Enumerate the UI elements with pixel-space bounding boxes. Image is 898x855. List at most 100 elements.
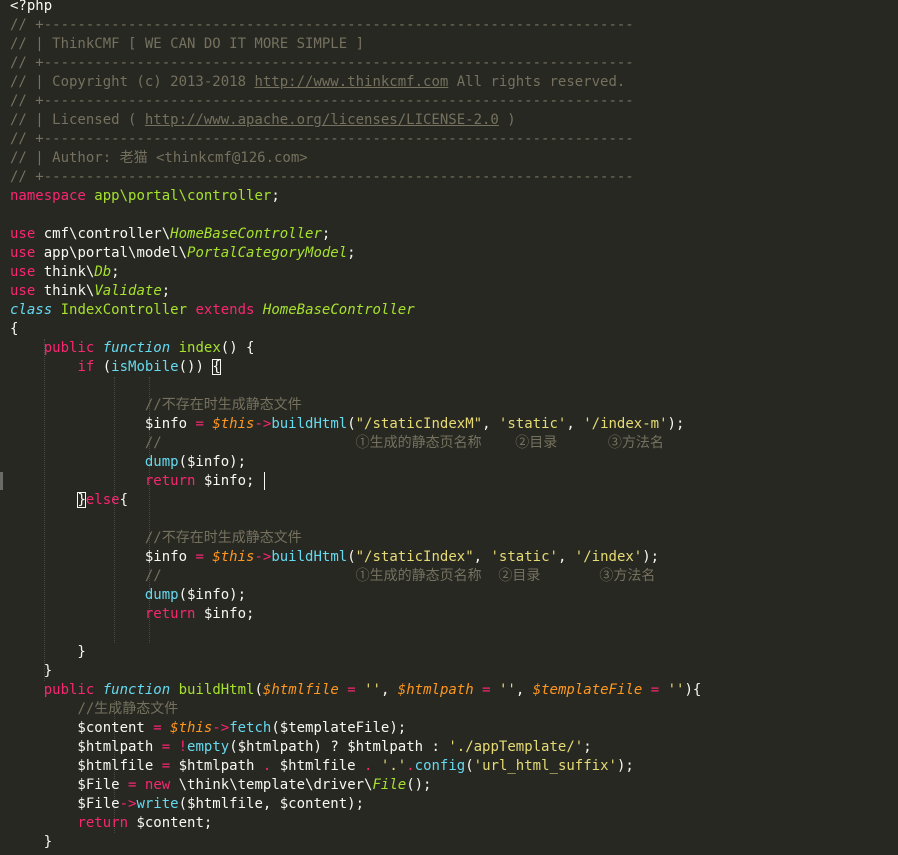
code-line[interactable]: $info = $this->buildHtml("/staticIndex",…	[10, 548, 659, 567]
code-token: return	[144, 606, 196, 622]
code-token: $htmlpath	[10, 739, 162, 755]
code-token: // +------------------------------------…	[10, 93, 634, 109]
code-line[interactable]: }	[10, 643, 86, 662]
code-line[interactable]: use cmf\controller\HomeBaseController;	[10, 225, 330, 244]
code-line[interactable]: public function buildHtml($htmlfile = ''…	[10, 681, 702, 700]
code-token: $info	[10, 549, 196, 565]
code-line[interactable]: return $info;	[10, 605, 255, 624]
code-line[interactable]: dump($info);	[10, 453, 246, 472]
code-token: // ①生成的静态页名称 ②目录 ③方法名	[144, 435, 664, 451]
code-line[interactable]: return $info;	[10, 472, 255, 491]
code-line[interactable]: {	[10, 320, 18, 339]
code-token: extends	[195, 302, 255, 318]
code-token: }	[77, 492, 86, 508]
code-line[interactable]: public function index() {	[10, 339, 255, 358]
code-line[interactable]: //不存在时生成静态文件	[10, 396, 302, 415]
code-token: ,	[566, 416, 584, 432]
code-line[interactable]: class IndexController extends HomeBaseCo…	[10, 301, 415, 320]
code-line[interactable]: use app\portal\model\PortalCategoryModel…	[10, 244, 356, 263]
code-token: }	[10, 644, 86, 660]
code-token: fetch	[229, 720, 272, 736]
code-line[interactable]: // ①生成的静态页名称 ②目录 ③方法名	[10, 567, 656, 586]
code-line[interactable]: // ①生成的静态页名称 ②目录 ③方法名	[10, 434, 664, 453]
code-token: $this	[170, 720, 213, 736]
code-token: }	[10, 663, 53, 679]
code-token: app\portal\controller	[94, 188, 272, 204]
code-token: {	[119, 492, 129, 508]
code-token: {	[212, 359, 221, 375]
code-line[interactable]: //不存在时生成静态文件	[10, 529, 302, 548]
code-token: // | Copyright (c) 2013-2018	[10, 74, 255, 90]
code-token: //不存在时生成静态文件	[144, 530, 302, 546]
code-line[interactable]: use think\Db;	[10, 263, 120, 282]
code-editor[interactable]: <?php // +-------------------------------…	[0, 0, 898, 855]
code-token: );	[667, 416, 685, 432]
code-token: $this	[212, 416, 255, 432]
code-line[interactable]: // | Author: 老猫 <thinkcmf@126.com>	[10, 149, 308, 168]
code-token: ,	[482, 416, 499, 432]
code-line[interactable]: return $content;	[10, 814, 212, 833]
code-token: =	[161, 758, 171, 774]
code-token: {	[10, 321, 19, 337]
code-token: (	[347, 549, 356, 565]
code-token: ,	[380, 682, 398, 698]
code-token: index	[178, 340, 221, 356]
code-line[interactable]: $htmlfile = $htmlpath . $htmlfile . '.'.…	[10, 757, 633, 776]
code-line[interactable]: // +------------------------------------…	[10, 54, 634, 73]
code-token: }	[10, 834, 53, 850]
code-token: http://www.thinkcmf.com	[254, 74, 449, 90]
code-token: $htmlpath	[397, 682, 474, 698]
code-line[interactable]: <?php	[10, 0, 52, 16]
code-token: File	[372, 777, 407, 793]
code-token: =	[482, 682, 491, 698]
code-token: )	[498, 112, 516, 128]
code-token: IndexController	[60, 302, 188, 318]
code-line[interactable]: if (isMobile()) {	[10, 358, 221, 377]
code-line[interactable]: namespace app\portal\controller;	[10, 187, 280, 206]
code-line[interactable]: // +------------------------------------…	[10, 92, 634, 111]
code-line[interactable]: //生成静态文件	[10, 700, 178, 719]
code-line[interactable]: $content = $this->fetch($templateFile);	[10, 719, 406, 738]
code-token: // ①生成的静态页名称 ②目录 ③方法名	[144, 568, 656, 584]
code-token: ,	[557, 549, 575, 565]
code-line[interactable]: // | ThinkCMF [ WE CAN DO IT MORE SIMPLE…	[10, 35, 364, 54]
code-line[interactable]: // | Copyright (c) 2013-2018 http://www.…	[10, 73, 625, 92]
code-token: // +------------------------------------…	[10, 17, 634, 33]
code-line[interactable]: // | Licensed ( http://www.apache.org/li…	[10, 111, 516, 130]
code-token: $File	[10, 796, 120, 812]
code-token: ())	[178, 359, 213, 375]
code-token: =	[161, 739, 171, 755]
code-line[interactable]: }	[10, 833, 52, 852]
code-token: "/staticIndexM"	[355, 416, 483, 432]
code-line[interactable]: $htmlpath = !empty($htmlpath) ? $htmlpat…	[10, 738, 591, 757]
code-line[interactable]: dump($info);	[10, 586, 246, 605]
code-line[interactable]: }	[10, 662, 52, 681]
code-line[interactable]: use think\Validate;	[10, 282, 170, 301]
code-token: =	[153, 720, 162, 736]
code-token: ($info);	[178, 454, 247, 470]
code-token: buildHtml	[178, 682, 255, 698]
code-token: (	[465, 758, 474, 774]
code-line[interactable]: // +------------------------------------…	[10, 16, 634, 35]
code-token: ($templateFile);	[271, 720, 407, 736]
code-token: //不存在时生成静态文件	[144, 397, 302, 413]
code-line[interactable]: $File = new \think\template\driver\File(…	[10, 776, 431, 795]
code-token: (	[254, 682, 263, 698]
code-token: $htmlfile	[271, 758, 365, 774]
code-token: $content;	[128, 815, 213, 831]
code-token: app\portal\model\	[35, 245, 188, 261]
code-line[interactable]: }else{	[10, 491, 128, 510]
code-line[interactable]: // +------------------------------------…	[10, 168, 634, 187]
code-token: ''	[498, 682, 516, 698]
code-line[interactable]: $File->write($htmlfile, $content);	[10, 795, 364, 814]
code-line[interactable]: $info = $this->buildHtml("/staticIndexM"…	[10, 415, 685, 434]
code-line[interactable]: // +------------------------------------…	[10, 130, 634, 149]
